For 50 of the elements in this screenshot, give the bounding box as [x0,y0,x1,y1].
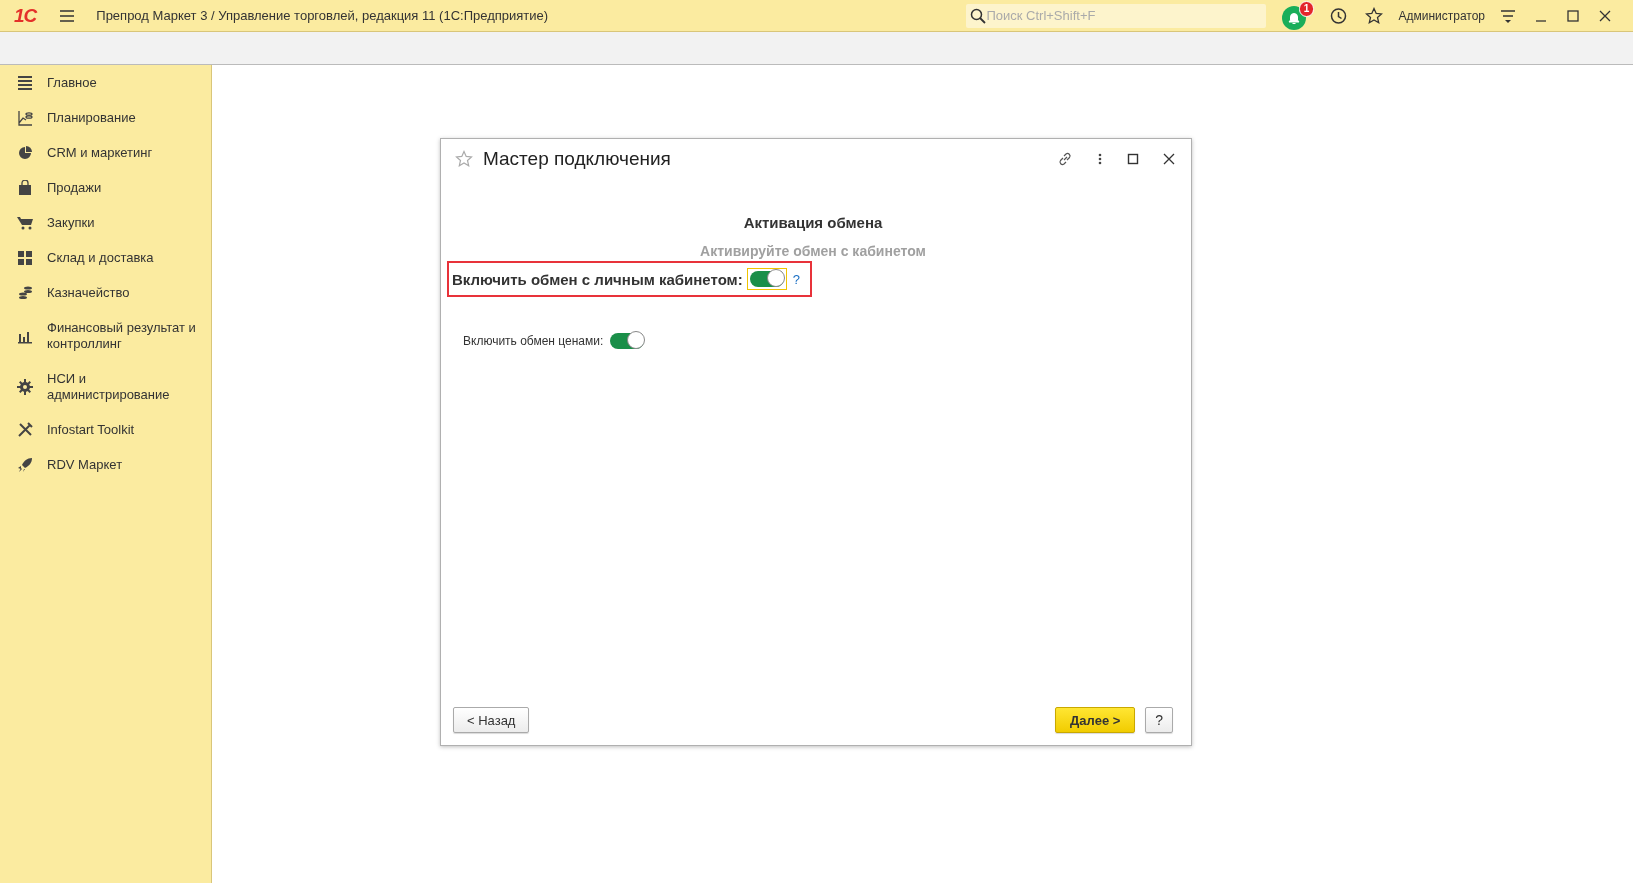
toggle-switch[interactable] [749,271,784,287]
star-icon[interactable] [455,150,473,168]
next-button[interactable]: Далее > [1055,707,1136,733]
maximize-icon[interactable] [1127,153,1139,165]
sidebar-item[interactable]: RDV Маркет [0,448,211,483]
close-icon[interactable] [1598,8,1612,23]
sidebar-item[interactable]: НСИ и администрирование [0,362,211,413]
field-label: Включить обмен ценами: [463,334,604,348]
chart-axes-icon [17,110,33,126]
sidebar-item[interactable]: Infostart Toolkit [0,413,211,448]
step-subheading: Активируйте обмен с кабинетом [699,243,927,259]
bell-icon [1286,10,1303,26]
pie-chart-icon [17,145,33,161]
link-icon[interactable] [1057,151,1073,167]
field-label: Включить обмен с личным кабинетом: [452,270,743,288]
dialog-title: Мастер подключения [483,148,671,170]
rocket-icon [17,457,33,473]
sidebar-item[interactable]: Финансовый результат и контроллинг [0,311,211,362]
tools-icon [17,422,33,438]
cart-icon [17,215,33,231]
user-name[interactable]: Администратор [1398,8,1485,23]
sidebar-item[interactable]: Казначейство [0,276,211,311]
settings-icon [17,379,33,395]
help-button[interactable]: ? [1145,707,1173,733]
window-title: Препрод Маркет 3 / Управление торговлей, редакция 11 (1С:Предприятие) [96,8,549,23]
sidebar-item[interactable]: CRM и маркетинг [0,136,211,171]
search-field[interactable]: Поиск Ctrl+Shift+F [966,3,1267,28]
sidebar-item[interactable]: Главное [0,66,211,101]
toggle-switch[interactable] [610,333,645,349]
logo[interactable]: 1С [14,4,37,27]
more-icon[interactable] [1097,152,1103,166]
sidebar-item[interactable]: Закупки [0,206,211,241]
list-icon [17,75,33,91]
search-icon [970,7,987,24]
star-icon[interactable] [1365,6,1384,25]
back-button[interactable]: < Назад [453,707,530,733]
filter-menu-icon[interactable] [1500,7,1516,24]
notification-button[interactable] [1282,6,1307,30]
coins-icon [17,285,33,301]
close-icon[interactable] [1163,153,1175,165]
bag-icon [17,180,33,196]
history-icon[interactable] [1329,6,1348,25]
help-link[interactable]: ? [792,271,800,287]
step-heading: Активация обмена [742,214,884,231]
notification-badge: 1 [1298,1,1315,17]
sidebar-item[interactable]: Планирование [0,101,211,136]
sidebar-item[interactable]: Продажи [0,171,211,206]
grid-icon [17,250,33,266]
menu-icon[interactable] [59,8,76,23]
sidebar-item[interactable]: Склад и доставка [0,241,211,276]
